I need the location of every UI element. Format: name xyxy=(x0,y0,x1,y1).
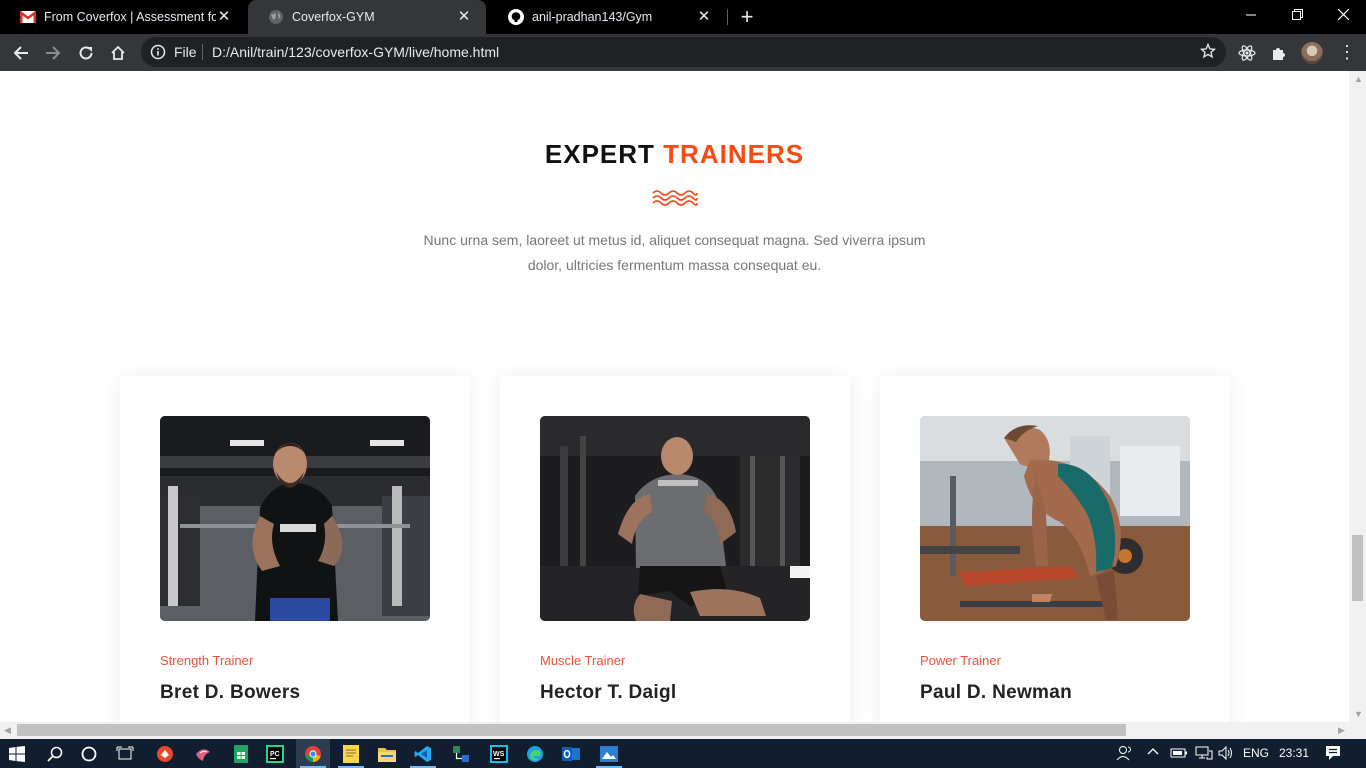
language-indicator[interactable]: ENG xyxy=(1243,746,1269,760)
page-viewport: EXPERT TRAINERS Nunc urna sem, laoreet u… xyxy=(0,71,1349,722)
tab-github[interactable]: anil-pradhan143/Gym ✕ xyxy=(488,0,726,34)
scroll-up-arrow-icon[interactable]: ▲ xyxy=(1354,74,1363,84)
trainer-photo[interactable] xyxy=(920,416,1190,621)
scroll-right-arrow-icon[interactable]: ▶ xyxy=(1338,725,1345,736)
webstorm-icon[interactable]: WS xyxy=(482,739,516,768)
cortana-icon[interactable] xyxy=(72,739,106,768)
clock[interactable]: 23:31 xyxy=(1279,746,1309,760)
wave-divider-icon xyxy=(652,190,698,206)
title-part-expert: EXPERT xyxy=(544,139,655,169)
svg-text:PC: PC xyxy=(270,751,280,758)
pycharm-icon[interactable]: PC xyxy=(258,739,292,768)
search-icon[interactable] xyxy=(38,739,72,768)
section-title: EXPERT TRAINERS xyxy=(0,139,1349,170)
bookmark-star-icon[interactable] xyxy=(1199,42,1217,64)
trainer-photo[interactable] xyxy=(160,416,430,621)
tab-gmail[interactable]: From Coverfox | Assessment for F ✕ xyxy=(0,0,246,34)
trainer-card[interactable]: Strength Trainer Bret D. Bowers xyxy=(120,376,470,722)
scroll-down-arrow-icon[interactable]: ▼ xyxy=(1354,709,1363,719)
chrome-taskbar-icon[interactable] xyxy=(296,739,330,768)
trainer-name[interactable]: Bret D. Bowers xyxy=(160,682,300,704)
horizontal-scrollbar[interactable]: ◀ ▶ xyxy=(0,722,1366,739)
edge-icon[interactable] xyxy=(518,739,552,768)
scroll-left-arrow-icon[interactable]: ◀ xyxy=(4,725,11,736)
battery-icon[interactable] xyxy=(1170,746,1188,763)
vscode-icon[interactable] xyxy=(406,739,440,768)
omnibox-divider xyxy=(202,44,203,60)
new-tab-button[interactable]: + xyxy=(737,6,757,28)
reload-button[interactable] xyxy=(73,40,99,66)
title-part-trainers: TRAINERS xyxy=(663,139,805,169)
app-pink-icon[interactable] xyxy=(186,739,220,768)
gmail-icon xyxy=(20,9,36,25)
home-button[interactable] xyxy=(105,40,131,66)
react-devtools-icon[interactable] xyxy=(1237,43,1257,63)
tab-title: anil-pradhan143/Gym xyxy=(532,10,653,24)
vertical-scroll-thumb[interactable] xyxy=(1352,535,1363,601)
sheets-icon[interactable] xyxy=(224,739,258,768)
close-tab-icon[interactable]: ✕ xyxy=(696,9,712,25)
github-icon xyxy=(508,9,524,25)
sticky-notes-icon[interactable] xyxy=(334,739,368,768)
scheme-label: File xyxy=(174,44,197,60)
trainer-card[interactable]: Muscle Trainer Hector T. Daigl xyxy=(500,376,850,722)
tab-strip: From Coverfox | Assessment for F ✕ Cover… xyxy=(0,0,1366,34)
forward-button[interactable] xyxy=(40,40,66,66)
trainer-role: Power Trainer xyxy=(920,653,1001,668)
chevron-up-icon[interactable] xyxy=(1147,746,1159,761)
restore-button[interactable] xyxy=(1274,0,1320,30)
section-intro: Nunc urna sem, laoreet ut metus id, aliq… xyxy=(423,232,926,273)
globe-icon xyxy=(268,9,284,25)
file-explorer-icon[interactable] xyxy=(370,739,404,768)
address-bar[interactable]: File D:/Anil/train/123/coverfox-GYM/live… xyxy=(141,37,1226,67)
svg-text:WS: WS xyxy=(493,751,505,758)
network-icon[interactable] xyxy=(1195,745,1213,764)
back-button[interactable] xyxy=(8,40,34,66)
app-orange-icon[interactable] xyxy=(148,739,182,768)
vertical-scrollbar[interactable]: ▲ ▼ xyxy=(1349,71,1366,722)
info-icon[interactable] xyxy=(150,44,166,65)
windows-taskbar: PC WS ENG 23:31 xyxy=(0,739,1366,768)
trainer-name[interactable]: Hector T. Daigl xyxy=(540,682,676,704)
extensions-puzzle-icon[interactable] xyxy=(1269,43,1289,63)
minimize-button[interactable] xyxy=(1228,0,1274,30)
trainer-card[interactable]: Power Trainer Paul D. Newman xyxy=(880,376,1230,722)
close-tab-icon[interactable]: ✕ xyxy=(216,9,232,25)
volume-icon[interactable] xyxy=(1218,745,1234,764)
notifications-icon[interactable] xyxy=(1325,745,1341,764)
tab-title: From Coverfox | Assessment for F xyxy=(44,10,216,24)
menu-kebab-icon[interactable]: ⋮ xyxy=(1338,43,1356,61)
task-view-icon[interactable] xyxy=(108,739,142,768)
outlook-icon[interactable] xyxy=(554,739,588,768)
horizontal-scroll-thumb[interactable] xyxy=(17,724,1126,736)
url-text[interactable]: D:/Anil/train/123/coverfox-GYM/live/home… xyxy=(212,44,499,60)
close-tab-icon[interactable]: ✕ xyxy=(456,9,472,25)
trainer-photo[interactable] xyxy=(540,416,810,621)
photos-icon[interactable] xyxy=(592,739,626,768)
trainer-role: Muscle Trainer xyxy=(540,653,626,668)
tab-coverfox-gym[interactable]: Coverfox-GYM ✕ xyxy=(248,0,486,34)
profile-avatar[interactable] xyxy=(1301,42,1323,64)
trainer-role: Strength Trainer xyxy=(160,653,254,668)
tab-separator xyxy=(727,9,728,25)
network-tool-icon[interactable] xyxy=(444,739,478,768)
people-icon[interactable] xyxy=(1116,744,1134,765)
trainer-name[interactable]: Paul D. Newman xyxy=(920,682,1072,704)
start-windows-icon[interactable] xyxy=(0,739,34,768)
browser-toolbar: File D:/Anil/train/123/coverfox-GYM/live… xyxy=(0,34,1366,71)
tab-title: Coverfox-GYM xyxy=(292,10,375,24)
close-window-button[interactable] xyxy=(1320,0,1366,30)
